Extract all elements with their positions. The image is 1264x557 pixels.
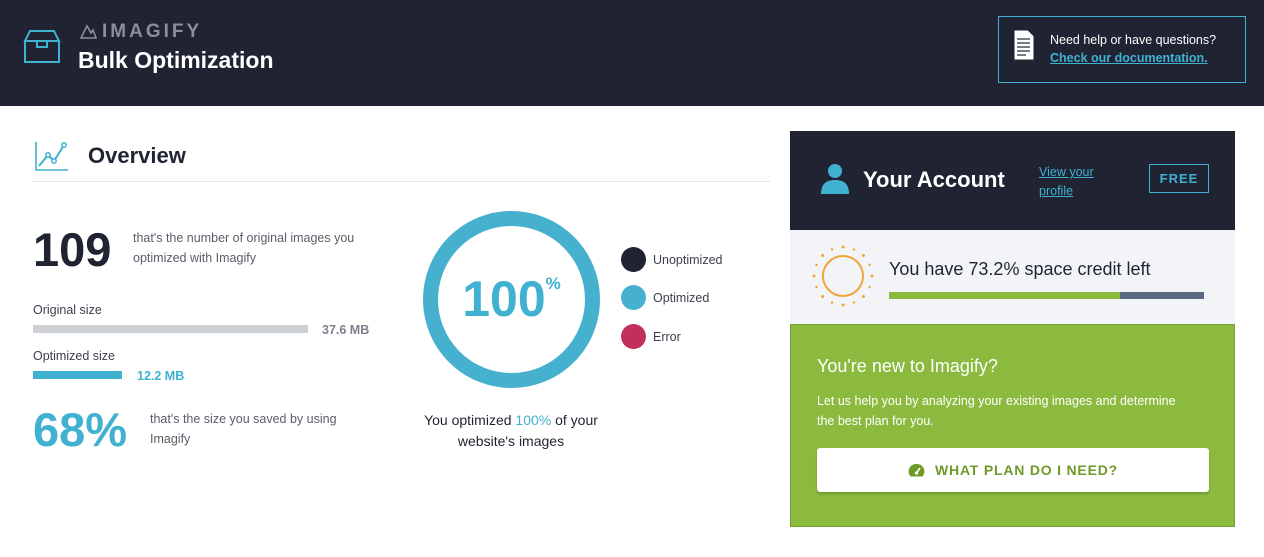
- legend-label: Error: [653, 329, 681, 344]
- plan-badge: FREE: [1149, 164, 1209, 193]
- brand-name: IMAGIFY: [102, 21, 203, 42]
- optimized-size-label: Optimized size: [33, 349, 115, 363]
- brand-logo: IMAGIFY: [79, 21, 202, 43]
- sun-icon: [812, 245, 874, 307]
- original-size-value: 37.6 MB: [322, 323, 370, 337]
- legend-label: Unoptimized: [653, 252, 723, 267]
- legend-label: Optimized: [653, 290, 710, 305]
- new-user-title: You're new to Imagify?: [817, 356, 998, 376]
- donut-percent-symbol: %: [545, 274, 561, 293]
- legend-optimized: Optimized: [621, 285, 709, 310]
- original-size-bar: [33, 325, 308, 333]
- donut-value: 100: [462, 271, 546, 327]
- imagify-logo-icon: [79, 24, 97, 39]
- help-text: Need help or have questions?: [1050, 33, 1217, 47]
- legend-dot-optimized: [621, 285, 646, 310]
- package-box-icon: [23, 30, 61, 63]
- optimized-size-value: 12.2 MB: [137, 369, 185, 383]
- space-credit-panel: You have 73.2% space credit left: [790, 230, 1235, 324]
- legend-dot-error: [621, 324, 646, 349]
- legend-unoptimized: Unoptimized: [621, 247, 722, 272]
- page-header: IMAGIFY Bulk Optimization Need help or h…: [0, 0, 1264, 106]
- account-header: Your Account View your profile FREE: [790, 131, 1235, 230]
- account-title: Your Account: [863, 167, 1005, 192]
- new-user-panel: You're new to Imagify? Let us help you b…: [790, 324, 1235, 527]
- what-plan-button-label: WHAT PLAN DO I NEED?: [935, 462, 1118, 478]
- page-title: Bulk Optimization: [78, 47, 274, 73]
- document-icon: [1013, 29, 1035, 61]
- saved-description: that's the size you saved by using Imagi…: [150, 412, 337, 446]
- optimized-size-bar: [33, 371, 123, 379]
- space-credit-text: You have 73.2% space credit left: [889, 259, 1151, 279]
- user-icon: [821, 164, 849, 194]
- legend-error: Error: [621, 324, 681, 349]
- donut-caption: You optimized 100% of your website's ima…: [411, 410, 611, 452]
- original-size-label: Original size: [33, 303, 102, 317]
- help-box: Need help or have questions? Check our d…: [998, 16, 1246, 83]
- overview-divider: [33, 181, 770, 182]
- view-profile-link[interactable]: View your profile: [1039, 163, 1119, 201]
- caption-percentage: 100%: [515, 412, 552, 428]
- documentation-link[interactable]: Check our documentation.: [1050, 51, 1208, 65]
- chart-trend-icon: [35, 142, 68, 171]
- optimized-image-count: 109: [33, 223, 112, 276]
- count-description: that's the number of original images you…: [133, 231, 355, 265]
- space-credit-fill: [889, 292, 1120, 299]
- speedometer-icon: [908, 463, 925, 476]
- saved-percentage: 68%: [33, 403, 128, 456]
- overview-title: Overview: [88, 143, 186, 168]
- space-credit-bar: [889, 292, 1204, 299]
- new-user-description: Let us help you by analyzing your existi…: [817, 394, 1176, 428]
- what-plan-button[interactable]: WHAT PLAN DO I NEED?: [817, 448, 1209, 492]
- donut-label: 100%: [421, 270, 602, 328]
- legend-dot-unoptimized: [621, 247, 646, 272]
- caption-prefix: You optimized: [424, 412, 516, 428]
